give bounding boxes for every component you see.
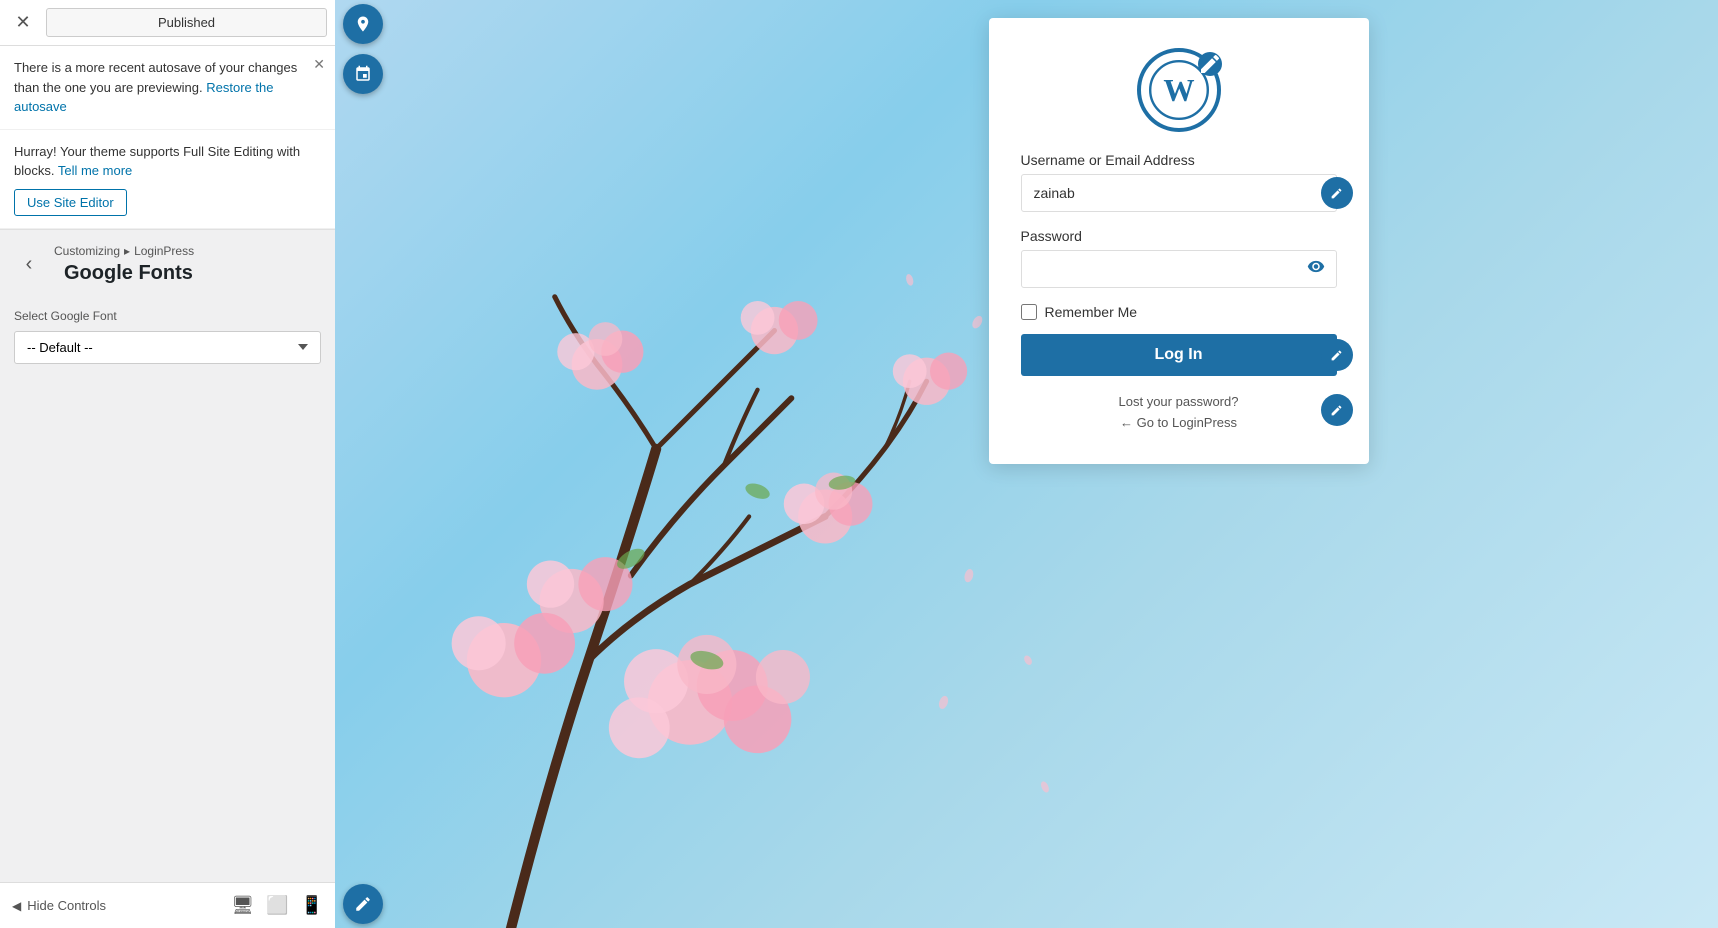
remember-me-row: Remember Me	[1021, 304, 1337, 320]
username-edit-button[interactable]	[1321, 177, 1353, 209]
bottom-bar: ◀ Hide Controls 🖥 ⬜ 📱	[0, 882, 335, 928]
username-input[interactable]	[1021, 174, 1337, 212]
desktop-view-button[interactable]: 🖥	[231, 895, 254, 916]
use-site-editor-button[interactable]: Use Site Editor	[14, 189, 127, 216]
remember-me-label: Remember Me	[1045, 304, 1138, 320]
fse-notification: Hurray! Your theme supports Full Site Ed…	[0, 130, 335, 229]
login-logo-area: W	[1021, 48, 1337, 132]
back-button[interactable]: ‹	[14, 249, 44, 279]
login-footer: Lost your password? ← Go to LoginPress	[1021, 394, 1337, 430]
logo-edit-badge[interactable]	[1198, 52, 1222, 76]
chevron-left-icon: ◀	[12, 899, 21, 913]
password-input[interactable]	[1021, 250, 1337, 288]
font-select-label: Select Google Font	[14, 309, 321, 323]
wp-logo: W	[1137, 48, 1221, 132]
password-field-group: Password	[1021, 228, 1337, 288]
autosave-notification: There is a more recent autosave of your …	[0, 46, 335, 130]
bottom-edit-icon[interactable]	[343, 884, 383, 924]
lost-password-link[interactable]: Lost your password?	[1021, 394, 1337, 409]
hide-controls-button[interactable]: ◀ Hide Controls	[12, 898, 106, 913]
login-card: W Username or Email Address Password	[989, 18, 1369, 464]
go-to-loginpress-link[interactable]: ← Go to LoginPress	[1021, 415, 1337, 430]
fse-text: Hurray! Your theme supports Full Site Ed…	[14, 144, 300, 179]
desktop-icon: 🖥	[231, 895, 254, 916]
view-controls: 🖥 ⬜ 📱	[231, 895, 323, 916]
mobile-view-button[interactable]: 📱	[301, 895, 323, 916]
notifications-area: There is a more recent autosave of your …	[0, 46, 335, 230]
mid-toolbar-icon[interactable]	[343, 54, 383, 94]
published-button[interactable]: Published	[46, 8, 327, 37]
mobile-icon: 📱	[301, 895, 323, 916]
footer-edit-button[interactable]	[1321, 394, 1353, 426]
password-toggle-button[interactable]	[1307, 258, 1325, 281]
tablet-view-button[interactable]: ⬜	[266, 895, 288, 916]
top-toolbar-icon[interactable]	[343, 4, 383, 44]
preview-panel: W Username or Email Address Password	[335, 0, 1718, 928]
dismiss-autosave-button[interactable]: ✕	[313, 56, 325, 73]
top-bar: ✕ Published	[0, 0, 335, 46]
login-button[interactable]: Log In	[1021, 334, 1337, 376]
tell-me-more-link[interactable]: Tell me more	[58, 163, 132, 178]
section-title: Google Fonts	[54, 262, 194, 285]
username-field-group: Username or Email Address	[1021, 152, 1337, 212]
breadcrumb-row: ‹ Customizing ▸ LoginPress Google Fonts	[14, 244, 321, 285]
password-input-wrap	[1021, 250, 1337, 288]
breadcrumb: Customizing ▸ LoginPress	[54, 244, 194, 258]
form-area: Select Google Font -- Default -- Roboto …	[0, 293, 335, 883]
google-font-select[interactable]: -- Default -- Roboto Open Sans Lato Mont…	[14, 331, 321, 364]
password-label: Password	[1021, 228, 1337, 244]
svg-text:W: W	[1163, 73, 1194, 108]
username-label: Username or Email Address	[1021, 152, 1337, 168]
section-header: ‹ Customizing ▸ LoginPress Google Fonts	[0, 230, 335, 293]
remember-me-checkbox[interactable]	[1021, 304, 1037, 320]
login-button-wrap: Log In	[1021, 334, 1337, 376]
close-button[interactable]: ✕	[8, 8, 38, 38]
tablet-icon: ⬜	[266, 895, 288, 916]
login-button-edit[interactable]	[1321, 339, 1353, 371]
customizer-panel: ✕ Published There is a more recent autos…	[0, 0, 335, 928]
